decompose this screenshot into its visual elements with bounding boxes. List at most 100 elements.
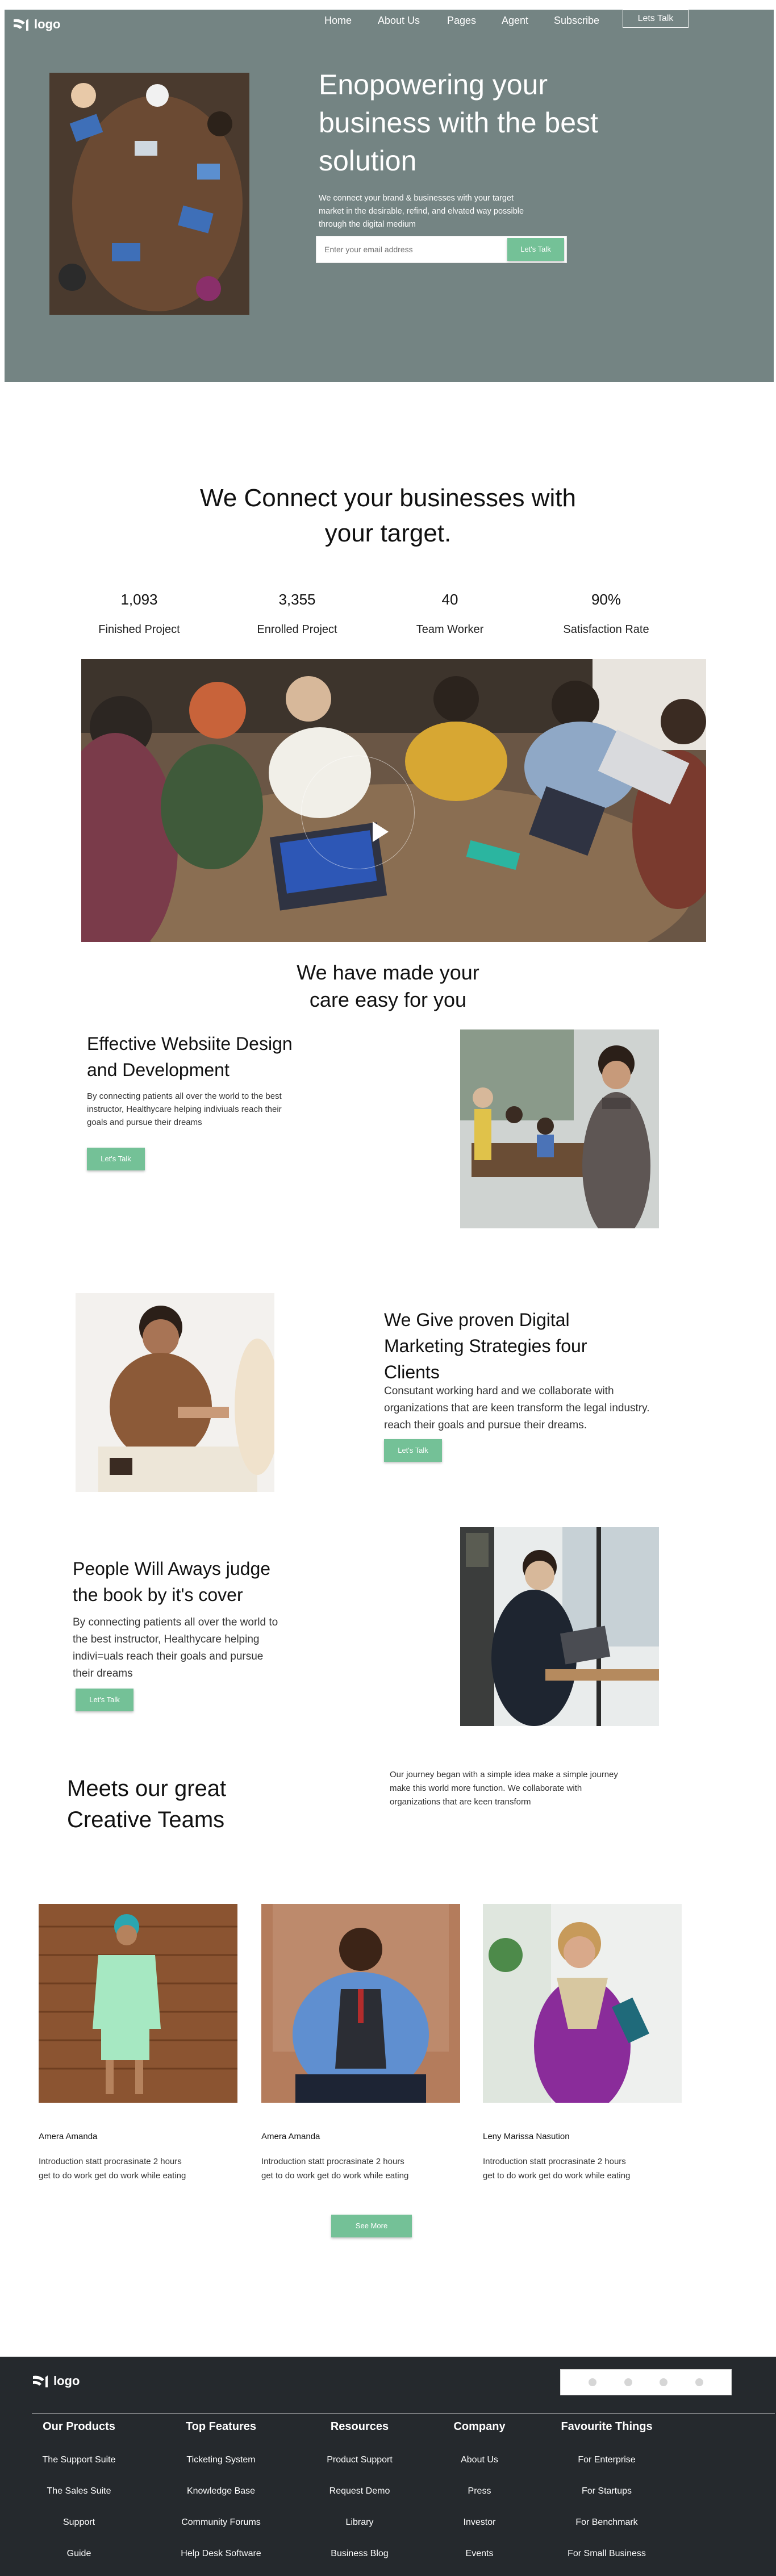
footer-logo-text: logo [53, 2374, 80, 2388]
nav-link-subscribe[interactable]: Subscribe [554, 15, 599, 27]
footer-link-events[interactable]: Events [417, 2549, 542, 2559]
feature-3-text-line-1: By connecting patients all over the worl… [73, 1616, 278, 1628]
footer-link-support[interactable]: Support [16, 2517, 141, 2528]
feature-2-title-line-3: Clients [384, 1362, 440, 1382]
team-intro-line-1: Our journey began with a simple idea mak… [390, 1770, 618, 1779]
feature-2-title-line-2: Marketing Strategies four [384, 1336, 587, 1356]
stat-value-team: 40 [441, 591, 458, 608]
team-member-2-text-line-1: Introduction statt procrasinate 2 hours [261, 2157, 404, 2166]
footer-logo-icon [33, 2375, 48, 2387]
footer-link-guide[interactable]: Guide [16, 2549, 141, 2559]
feature-1-lets-talk-button[interactable]: Let's Talk [87, 1148, 145, 1170]
social-icons-bar [560, 2369, 732, 2395]
footer-link-knowledge-base[interactable]: Knowledge Base [158, 2486, 283, 2496]
hero-lets-talk-button[interactable]: Let's Talk [507, 238, 564, 261]
hero-title-line-2: business with the best [319, 107, 598, 139]
hero-image [49, 73, 249, 315]
footer-link-business-blog[interactable]: Business Blog [297, 2549, 422, 2559]
team-member-2-photo [261, 1904, 460, 2103]
play-icon[interactable] [373, 822, 389, 842]
feature-2-image [76, 1293, 274, 1492]
feature-2-title-line-1: We Give proven Digital [384, 1310, 570, 1330]
stat-label-finished: Finished Project [98, 623, 180, 636]
team-intro-line-2: make this world more function. We collab… [390, 1783, 582, 1793]
footer-link-benchmark[interactable]: For Benchmark [544, 2517, 669, 2528]
feature-1-title-line-1: Effective Websiite Design [87, 1033, 293, 1054]
stat-label-enrolled: Enrolled Project [257, 623, 337, 636]
feature-1-text-line-1: By connecting patients all over the worl… [87, 1091, 282, 1101]
nav-link-about[interactable]: About Us [378, 15, 420, 27]
footer-link-press[interactable]: Press [417, 2486, 542, 2496]
stat-value-satisfaction: 90% [591, 591, 621, 608]
social-icon-2[interactable] [624, 2378, 632, 2386]
team-member-2-name: Amera Amanda [261, 2132, 320, 2141]
footer-col-products-title: Our Products [43, 2420, 115, 2433]
stat-value-finished: 1,093 [120, 591, 158, 608]
email-input[interactable] [324, 245, 506, 254]
nav-link-home[interactable]: Home [324, 15, 352, 27]
footer-link-forums[interactable]: Community Forums [158, 2517, 283, 2528]
feature-3-lets-talk-button[interactable]: Let's Talk [76, 1689, 133, 1711]
feature-1-image [460, 1029, 659, 1228]
footer-link-library[interactable]: Library [297, 2517, 422, 2528]
team-member-3-text-line-2: get to do work get do work while eating [483, 2171, 631, 2181]
lets-talk-nav-button[interactable]: Lets Talk [623, 10, 689, 28]
footer-link-about-us[interactable]: About Us [417, 2455, 542, 2465]
social-icon-3[interactable] [660, 2378, 668, 2386]
care-title-line-1: We have made your [297, 961, 479, 984]
hero-subtitle-line-2: market in the desirable, refind, and elv… [319, 207, 524, 216]
stat-label-team: Team Worker [416, 623, 484, 636]
connect-title-line-1: We Connect your businesses with [200, 484, 576, 512]
footer-link-enterprise[interactable]: For Enterprise [544, 2455, 669, 2465]
logo-icon [14, 19, 28, 31]
see-more-button[interactable]: See More [331, 2215, 412, 2237]
team-member-1-photo [39, 1904, 237, 2103]
team-intro-line-3: organizations that are keen transform [390, 1797, 531, 1807]
team-title-line-1: Meets our great [67, 1776, 227, 1801]
feature-3-title-line-2: the book by it's cover [73, 1585, 243, 1605]
hero-subtitle-line-3: through the digital medium [319, 220, 416, 229]
feature-2-text-line-3: reach their goals and pursue their dream… [384, 1419, 587, 1431]
team-title-line-2: Creative Teams [67, 1807, 225, 1832]
footer-link-investor[interactable]: Investor [417, 2517, 542, 2528]
connect-title-line-2: your target. [324, 519, 452, 547]
footer-link-product-support[interactable]: Product Support [297, 2455, 422, 2465]
footer-link-help-desk[interactable]: Help Desk Software [158, 2549, 283, 2559]
footer-col-features-title: Top Features [185, 2420, 257, 2433]
social-icon-1[interactable] [588, 2378, 596, 2386]
footer-link-startups[interactable]: For Startups [544, 2486, 669, 2496]
feature-1-text-line-3: goals and pursue their dreams [87, 1118, 202, 1127]
feature-3-text-line-4: their dreams [73, 1668, 133, 1679]
nav-link-agent[interactable]: Agent [502, 15, 528, 27]
team-member-1-text-line-1: Introduction statt procrasinate 2 hours [39, 2157, 182, 2166]
hero-title-line-3: solution [319, 145, 417, 177]
feature-3-title-line-1: People Will Aways judge [73, 1558, 271, 1579]
team-member-3-photo [483, 1904, 682, 2103]
team-member-1-text-line-2: get to do work get do work while eating [39, 2171, 186, 2181]
social-icon-4[interactable] [695, 2378, 704, 2386]
feature-2-lets-talk-button[interactable]: Let's Talk [384, 1439, 442, 1462]
footer-link-support-suite[interactable]: The Support Suite [16, 2455, 141, 2465]
footer-link-request-demo[interactable]: Request Demo [297, 2486, 422, 2496]
stat-value-enrolled: 3,355 [278, 591, 316, 608]
feature-2-text-line-1: Consutant working hard and we collaborat… [384, 1385, 614, 1397]
hero-subtitle-line-1: We connect your brand & businesses with … [319, 194, 514, 203]
feature-1-text-line-2: instructor, Healthycare helping indiviua… [87, 1104, 282, 1114]
feature-1-title-line-2: and Development [87, 1060, 230, 1080]
footer-logo[interactable]: logo [32, 2374, 80, 2389]
feature-2-text-line-2: organizations that are keen transform th… [384, 1402, 650, 1414]
footer-link-sales-suite[interactable]: The Sales Suite [16, 2486, 141, 2496]
hero-title-line-1: Enopowering your [319, 69, 548, 101]
team-member-1-name: Amera Amanda [39, 2132, 98, 2141]
feature-3-image [460, 1527, 659, 1726]
feature-3-text-line-3: indivi=uals reach their goals and pursue [73, 1650, 264, 1662]
footer-link-small-business[interactable]: For Small Business [544, 2549, 669, 2559]
feature-3-text-line-2: the best instructor, Healthycare helping [73, 1633, 260, 1645]
care-title-line-2: care easy for you [309, 988, 467, 1011]
logo-text: logo [34, 17, 61, 31]
footer-col-company-title: Company [453, 2420, 506, 2433]
footer-link-ticketing[interactable]: Ticketing System [158, 2455, 283, 2465]
site-logo[interactable]: logo [12, 17, 60, 32]
stat-label-satisfaction: Satisfaction Rate [563, 623, 649, 636]
nav-link-pages[interactable]: Pages [447, 15, 476, 27]
